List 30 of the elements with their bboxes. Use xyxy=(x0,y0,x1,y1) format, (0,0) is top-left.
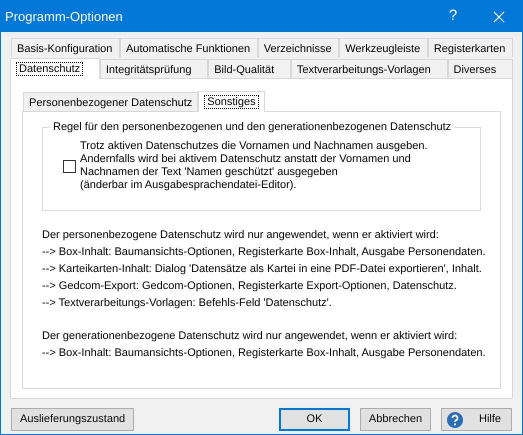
info-text: --> Textverarbeitungs-Vorlagen: Befehls-Feld 'Datenschutz'. xyxy=(42,296,332,311)
tab[interactable]: Sonstiges xyxy=(198,91,265,112)
tab[interactable]: Personenbezogener Datenschutz xyxy=(23,92,198,111)
info-text: Der personenbezogene Datenschutz wird nur angewendet, wenn er aktiviert wird: xyxy=(42,228,439,243)
tab[interactable]: Diverses xyxy=(448,59,514,78)
close-icon xyxy=(493,10,505,22)
cancel-button[interactable]: Abbrechen xyxy=(360,408,431,431)
ok-button[interactable]: OK xyxy=(279,408,350,431)
help-icon xyxy=(447,412,463,428)
checkbox-label[interactable]: Trotz aktiven Datenschutzes die Vornamen und Nachnamen ausgeben. Andernfalls wird bei aktivem Datenschutz anstatt der Vornamen und Nachnamen der Text 'Namen geschützt' ausgegeben (änderbar im Ausgabesprachendatei-Editor). xyxy=(80,140,428,192)
tab[interactable]: Registerkarten xyxy=(428,38,513,57)
tab[interactable]: Textverarbeitungs-Vorlagen xyxy=(290,59,448,78)
reset-button[interactable]: Auslieferungszustand xyxy=(11,408,134,431)
info-text: --> Karteikarten-Inhalt: Dialog 'Datensätze als Kartei in eine PDF-Datei exportieren', Inhalt. xyxy=(42,262,482,277)
help-button[interactable]: Hilfe xyxy=(441,408,512,431)
tab[interactable]: Automatische Funktionen xyxy=(120,38,258,57)
info-text: --> Box-Inhalt: Baumansichts-Optionen, Registerkarte Box-Inhalt, Ausgabe Personendaten. xyxy=(42,245,486,260)
tab[interactable]: Bild-Qualität xyxy=(208,59,291,78)
info-text: Der generationenbezogene Datenschutz wird nur angewendet, wenn er aktiviert wird: xyxy=(42,329,458,344)
tab[interactable]: Werkzeugleiste xyxy=(339,38,428,57)
checkbox[interactable] xyxy=(63,160,76,172)
tab[interactable]: Integritätsprüfung xyxy=(100,59,208,78)
window-title: Programm-Optionen xyxy=(4,8,124,26)
info-text: --> Gedcom-Export: Gedcom-Optionen, Registerkarte Export-Optionen, Datenschutz. xyxy=(42,279,457,294)
tab[interactable]: Basis-Konfiguration xyxy=(11,38,120,57)
info-text: --> Box-Inhalt: Baumansichts-Optionen, Registerkarte Box-Inhalt, Ausgabe Personendaten. xyxy=(42,346,486,361)
tab[interactable]: Datenschutz xyxy=(10,58,100,79)
help-button[interactable]: ? xyxy=(430,5,476,28)
tab[interactable]: Verzeichnisse xyxy=(258,38,340,57)
group-title: Regel für den personenbezogenen und den generationenbezogenen Datenschutz xyxy=(50,119,454,136)
